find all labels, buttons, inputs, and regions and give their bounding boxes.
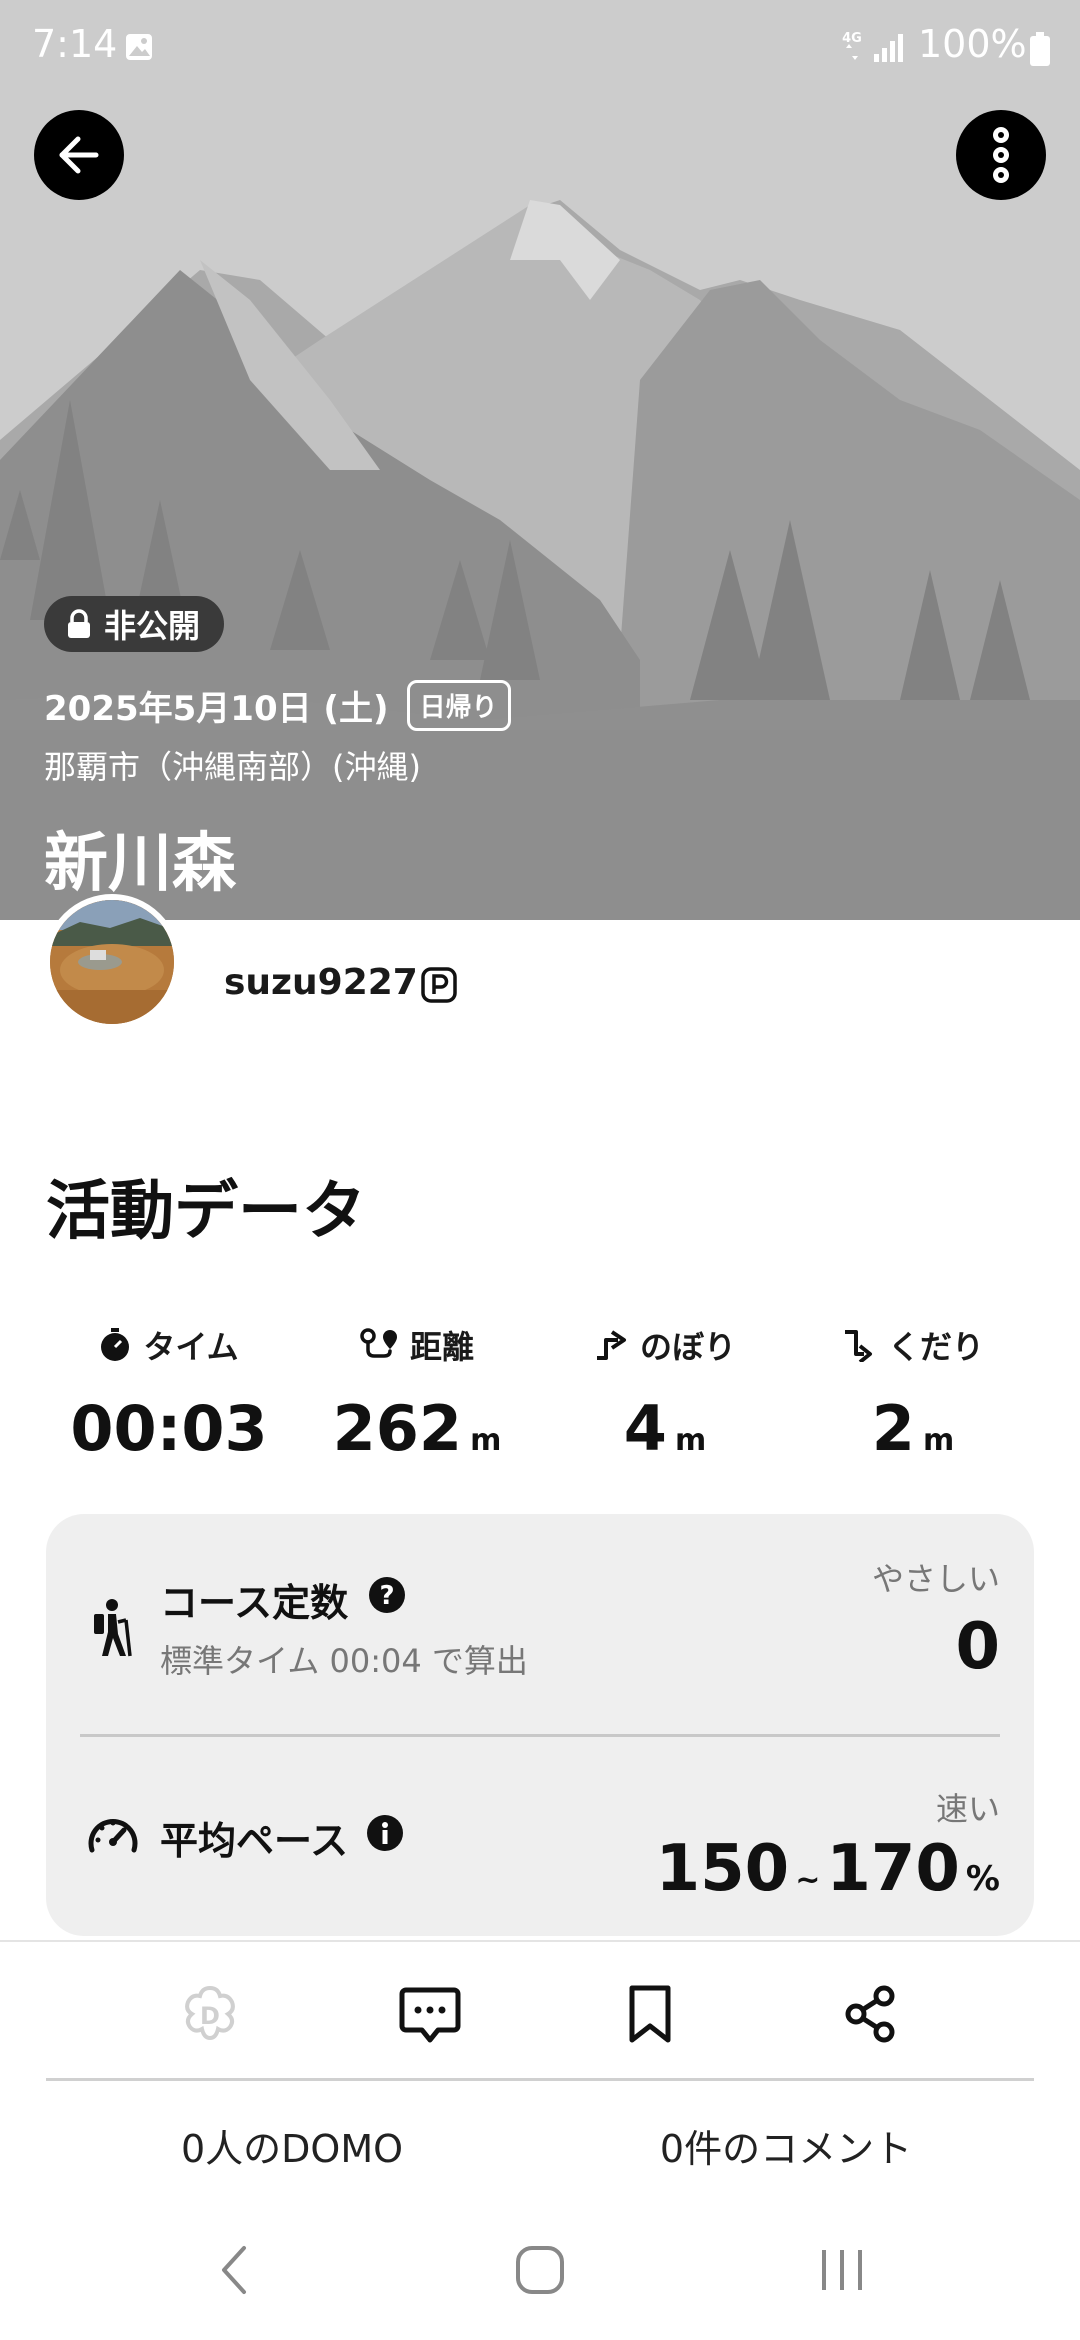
more-options-button[interactable] — [956, 110, 1046, 200]
nav-recents-icon[interactable] — [812, 2240, 872, 2300]
signal-icon — [874, 34, 903, 62]
divider — [80, 1734, 1000, 1737]
premium-badge-icon — [421, 967, 457, 1003]
route-icon — [360, 1328, 397, 1358]
stats-row: タイム 00:03 距離 262 m のぼり 4m くだり 2 m — [0, 1320, 1080, 1470]
stat-value: 4 — [623, 1392, 667, 1465]
hiker-icon — [94, 1599, 132, 1657]
pace-unit: % — [965, 1859, 1000, 1899]
stat-descent: くだり 2m — [788, 1320, 1038, 1465]
stat-unit: m — [674, 1423, 707, 1458]
course-constant-value: 0 — [955, 1610, 1000, 1684]
stat-label: タイム — [143, 1328, 239, 1366]
course-pace-card: コース定数 ? 標準タイム 00:04 で算出 やさしい 0 平均ペース 速い … — [46, 1514, 1034, 1936]
divider — [46, 2078, 1034, 2081]
network-4g-icon: 4G — [842, 31, 862, 60]
comment-count[interactable]: 0件のコメント — [516, 2118, 1056, 2173]
privacy-label: 非公開 — [104, 607, 201, 645]
course-constant-title: コース定数 — [160, 1581, 349, 1625]
bookmark-icon[interactable] — [618, 1982, 682, 2046]
stat-distance: 距離 262 m — [292, 1320, 542, 1465]
page-title: 新川森 — [44, 827, 236, 901]
domo-icon[interactable]: D — [178, 1982, 242, 2046]
nav-home-icon[interactable] — [510, 2240, 570, 2300]
stat-label: のぼり — [639, 1328, 736, 1366]
battery-icon — [1030, 32, 1050, 66]
status-bar: 7:14 4G 100% — [0, 0, 1080, 100]
activity-section-title: 活動データ — [46, 1175, 366, 1249]
stat-value: 262 — [332, 1392, 463, 1465]
battery-percent: 100% — [918, 22, 1027, 66]
domo-count[interactable]: 0人のDOMO — [22, 2118, 562, 2173]
course-constant-subtitle: 標準タイム 00:04 で算出 — [160, 1642, 528, 1680]
pace-high: 170 — [826, 1832, 960, 1906]
speedometer-icon — [88, 1818, 138, 1853]
average-pace-title: 平均ペース — [160, 1819, 349, 1863]
svg-text:4G: 4G — [842, 31, 862, 46]
stat-label: 距離 — [409, 1328, 474, 1366]
hero-header: 7:14 4G 100% 非公開 2025年5月10日 (土) 日帰り 那覇市（… — [0, 0, 1080, 920]
pace-range: 150 ~ 170 % — [656, 1832, 1000, 1906]
avatar[interactable] — [44, 894, 180, 1030]
ascent-icon — [596, 1330, 626, 1360]
lock-icon — [68, 609, 90, 638]
pace-separator: ~ — [795, 1863, 821, 1898]
stat-unit: m — [922, 1423, 955, 1458]
svg-text:?: ? — [379, 1581, 394, 1611]
course-difficulty-label: やさしい — [871, 1560, 1000, 1598]
kebab-menu-icon — [993, 127, 1009, 183]
svg-text:D: D — [200, 2002, 220, 2030]
descent-icon — [844, 1330, 872, 1362]
share-icon[interactable] — [838, 1982, 902, 2046]
info-icon[interactable] — [366, 1814, 404, 1852]
pace-speed-label: 速い — [935, 1790, 1000, 1828]
avatar-photo — [50, 900, 174, 1024]
system-nav-bar — [0, 2190, 1080, 2340]
date-line: 2025年5月10日 (土) 日帰り — [44, 680, 511, 731]
stat-label: くだり — [887, 1328, 984, 1366]
stat-ascent: のぼり 4m — [540, 1320, 790, 1465]
stat-time: タイム 00:03 — [44, 1320, 294, 1465]
stopwatch-icon — [101, 1328, 130, 1361]
back-button[interactable] — [34, 110, 124, 200]
nav-back-icon[interactable] — [206, 2240, 266, 2300]
action-bar: D 0人のDOMO 0件のコメント — [0, 1940, 1080, 2190]
pace-low: 150 — [655, 1832, 790, 1906]
stat-unit: m — [470, 1423, 502, 1458]
arrow-left-icon — [59, 136, 99, 174]
gallery-notification-icon — [126, 34, 152, 60]
privacy-badge: 非公開 — [44, 596, 225, 652]
status-time: 7:14 — [32, 22, 118, 66]
username[interactable]: suzu9227 — [224, 962, 418, 1003]
activity-date: 2025年5月10日 (土) — [44, 689, 389, 729]
stat-value: 00:03 — [70, 1392, 268, 1465]
stat-value: 2 — [871, 1392, 915, 1465]
trip-type-badge: 日帰り — [406, 680, 511, 731]
help-icon[interactable]: ? — [368, 1576, 406, 1614]
comment-icon[interactable] — [398, 1982, 462, 2046]
location-text: 那覇市（沖縄南部）(沖縄) — [44, 748, 421, 786]
